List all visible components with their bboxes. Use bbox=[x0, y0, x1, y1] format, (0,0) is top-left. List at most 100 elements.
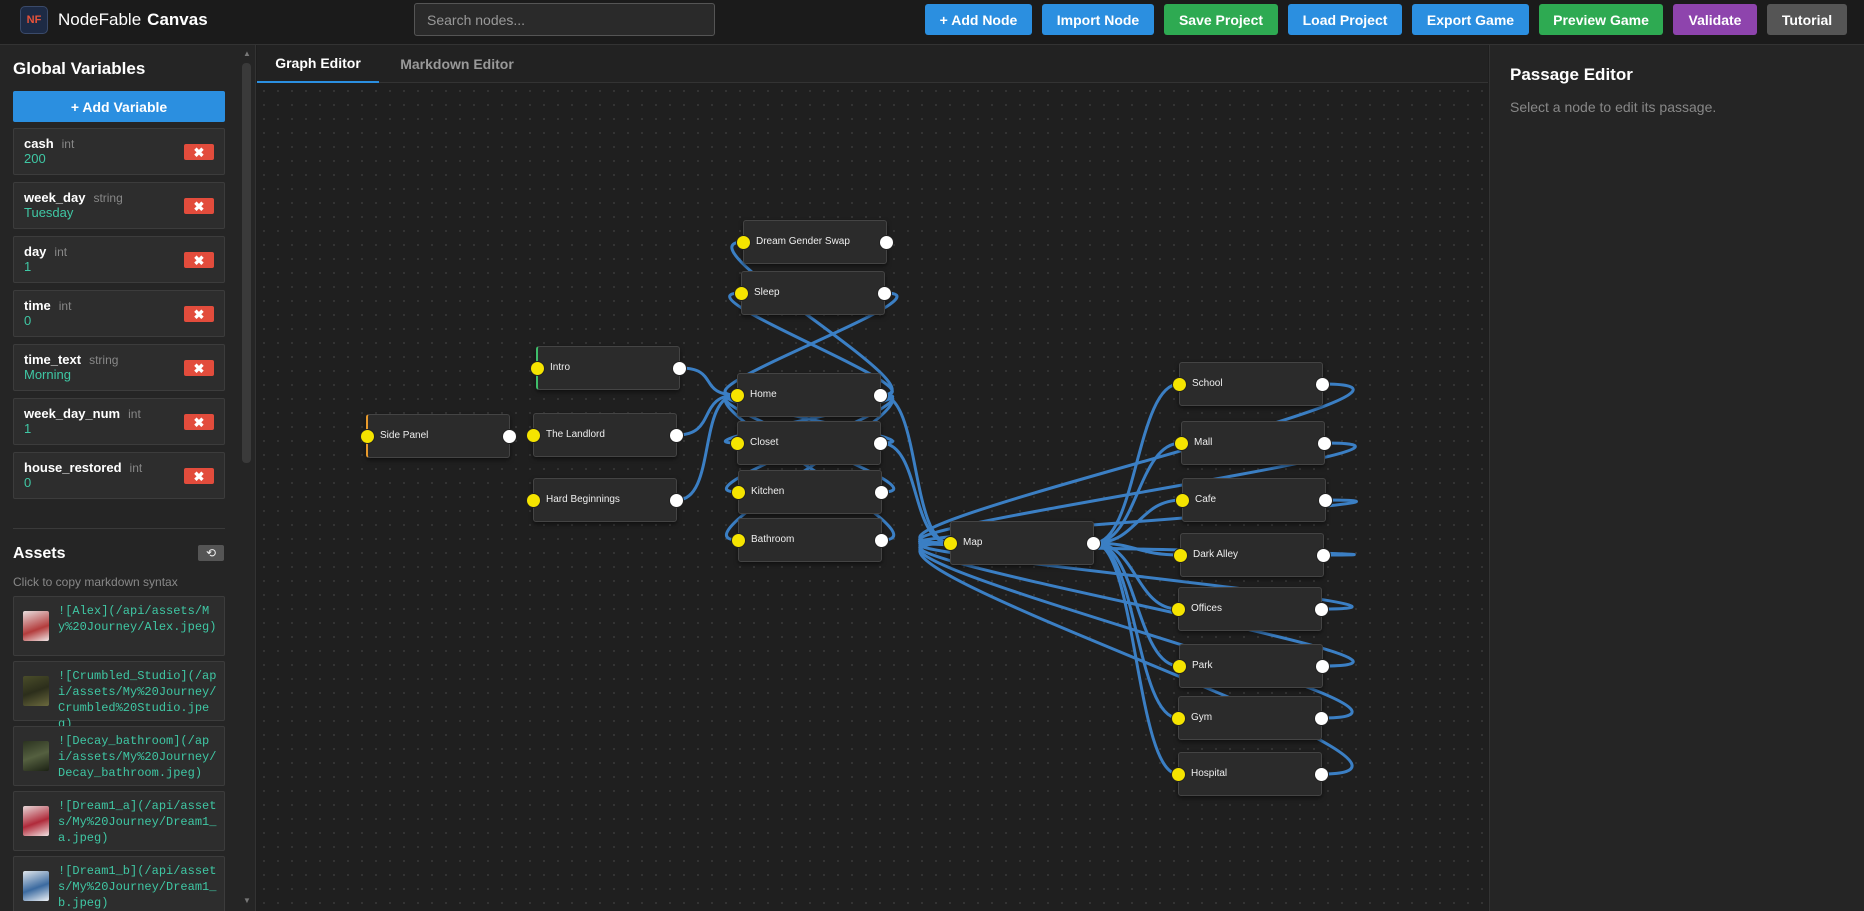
node-dream-gender-swap[interactable]: Dream Gender Swap bbox=[736, 220, 894, 264]
add-variable-button[interactable]: + Add Variable bbox=[13, 91, 225, 122]
brand-strong: Canvas bbox=[147, 10, 208, 29]
input-pin[interactable] bbox=[1172, 377, 1187, 392]
output-pin[interactable] bbox=[502, 429, 517, 444]
input-pin[interactable] bbox=[943, 536, 958, 551]
tutorial-button[interactable]: Tutorial bbox=[1767, 4, 1847, 35]
variable-value[interactable]: Morning bbox=[24, 367, 71, 382]
variable-value[interactable]: Tuesday bbox=[24, 205, 73, 220]
asset-item[interactable]: ![Dream1_b](/api/assets/My%20Journey/Dre… bbox=[13, 856, 225, 911]
delete-variable-button[interactable]: ✖ bbox=[184, 468, 214, 484]
output-pin[interactable] bbox=[1317, 436, 1332, 451]
app-brand: NodeFable Canvas bbox=[58, 10, 208, 30]
input-pin[interactable] bbox=[526, 493, 541, 508]
node-hard-beginnings[interactable]: Hard Beginnings bbox=[526, 478, 684, 522]
node-side-panel[interactable]: Side Panel bbox=[360, 414, 517, 458]
input-pin[interactable] bbox=[1171, 767, 1186, 782]
node-gym[interactable]: Gym bbox=[1171, 696, 1329, 740]
variable-value[interactable]: 1 bbox=[24, 259, 31, 274]
input-pin[interactable] bbox=[1174, 436, 1189, 451]
node-cafe[interactable]: Cafe bbox=[1175, 478, 1333, 522]
output-pin[interactable] bbox=[879, 235, 894, 250]
node-the-landlord[interactable]: The Landlord bbox=[526, 413, 684, 457]
output-pin[interactable] bbox=[1314, 602, 1329, 617]
output-pin[interactable] bbox=[1086, 536, 1101, 551]
output-pin[interactable] bbox=[669, 493, 684, 508]
node-mall[interactable]: Mall bbox=[1174, 421, 1332, 465]
delete-variable-button[interactable]: ✖ bbox=[184, 198, 214, 214]
input-pin[interactable] bbox=[1175, 493, 1190, 508]
scroll-down-icon[interactable]: ▼ bbox=[243, 896, 251, 905]
export-game-button[interactable]: Export Game bbox=[1412, 4, 1529, 35]
sidebar-scrollbar[interactable] bbox=[242, 63, 251, 463]
output-pin[interactable] bbox=[1316, 548, 1331, 563]
input-pin[interactable] bbox=[730, 388, 745, 403]
output-pin[interactable] bbox=[672, 361, 687, 376]
variable-value[interactable]: 1 bbox=[24, 421, 31, 436]
asset-item[interactable]: ![Alex](/api/assets/My%20Journey/Alex.jp… bbox=[13, 596, 225, 656]
output-pin[interactable] bbox=[1318, 493, 1333, 508]
output-pin[interactable] bbox=[873, 388, 888, 403]
save-project-button[interactable]: Save Project bbox=[1164, 4, 1278, 35]
output-pin[interactable] bbox=[874, 485, 889, 500]
output-pin[interactable] bbox=[1315, 659, 1330, 674]
output-pin[interactable] bbox=[669, 428, 684, 443]
node-intro[interactable]: Intro bbox=[530, 346, 687, 390]
variable-type: int bbox=[128, 407, 141, 421]
output-pin[interactable] bbox=[873, 436, 888, 451]
asset-item[interactable]: ![Dream1_a](/api/assets/My%20Journey/Dre… bbox=[13, 791, 225, 851]
output-pin[interactable] bbox=[1314, 767, 1329, 782]
node-dark-alley[interactable]: Dark Alley bbox=[1173, 533, 1331, 577]
input-pin[interactable] bbox=[736, 235, 751, 250]
tab-markdown-editor[interactable]: Markdown Editor bbox=[379, 45, 535, 83]
node-school[interactable]: School bbox=[1172, 362, 1330, 406]
refresh-assets-icon[interactable]: ⟲ bbox=[198, 545, 224, 561]
node-kitchen[interactable]: Kitchen bbox=[731, 470, 889, 514]
input-pin[interactable] bbox=[731, 533, 746, 548]
graph-canvas[interactable]: Dream Gender Swap Sleep Intro Side Panel… bbox=[257, 84, 1488, 911]
variable-value[interactable]: 0 bbox=[24, 475, 31, 490]
input-pin[interactable] bbox=[730, 436, 745, 451]
variable-value[interactable]: 200 bbox=[24, 151, 46, 166]
node-home[interactable]: Home bbox=[730, 373, 888, 417]
delete-variable-button[interactable]: ✖ bbox=[184, 414, 214, 430]
variable-value[interactable]: 0 bbox=[24, 313, 31, 328]
validate-button[interactable]: Validate bbox=[1673, 4, 1757, 35]
input-pin[interactable] bbox=[1173, 548, 1188, 563]
delete-variable-button[interactable]: ✖ bbox=[184, 360, 214, 376]
input-pin[interactable] bbox=[734, 286, 749, 301]
input-pin[interactable] bbox=[1171, 602, 1186, 617]
node-offices[interactable]: Offices bbox=[1171, 587, 1329, 631]
input-pin[interactable] bbox=[731, 485, 746, 500]
load-project-button[interactable]: Load Project bbox=[1288, 4, 1402, 35]
output-pin[interactable] bbox=[874, 533, 889, 548]
node-closet[interactable]: Closet bbox=[730, 421, 888, 465]
variable-item: week_day string Tuesday ✖ bbox=[13, 182, 225, 229]
input-pin[interactable] bbox=[360, 429, 375, 444]
output-pin[interactable] bbox=[1314, 711, 1329, 726]
input-pin[interactable] bbox=[526, 428, 541, 443]
node-bathroom[interactable]: Bathroom bbox=[731, 518, 889, 562]
node-label: Intro bbox=[550, 362, 571, 373]
global-variables-title: Global Variables bbox=[13, 59, 146, 78]
asset-item[interactable]: ![Crumbled_Studio](/api/assets/My%20Jour… bbox=[13, 661, 225, 731]
delete-variable-button[interactable]: ✖ bbox=[184, 144, 214, 160]
output-pin[interactable] bbox=[877, 286, 892, 301]
asset-item[interactable]: ![Decay_bathroom](/api/assets/My%20Journ… bbox=[13, 726, 225, 786]
input-pin[interactable] bbox=[1172, 659, 1187, 674]
delete-variable-button[interactable]: ✖ bbox=[184, 306, 214, 322]
preview-game-button[interactable]: Preview Game bbox=[1539, 4, 1663, 35]
node-sleep[interactable]: Sleep bbox=[734, 271, 892, 315]
add-node-button[interactable]: + Add Node bbox=[925, 4, 1032, 35]
input-pin[interactable] bbox=[1171, 711, 1186, 726]
tab-graph-editor[interactable]: Graph Editor bbox=[257, 45, 379, 83]
search-input[interactable] bbox=[414, 3, 715, 36]
delete-variable-button[interactable]: ✖ bbox=[184, 252, 214, 268]
scroll-up-icon[interactable]: ▲ bbox=[243, 49, 251, 58]
assets-title: Assets bbox=[13, 545, 66, 562]
node-map[interactable]: Map bbox=[943, 521, 1101, 565]
output-pin[interactable] bbox=[1315, 377, 1330, 392]
node-park[interactable]: Park bbox=[1172, 644, 1330, 688]
node-hospital[interactable]: Hospital bbox=[1171, 752, 1329, 796]
import-node-button[interactable]: Import Node bbox=[1042, 4, 1154, 35]
input-pin[interactable] bbox=[530, 361, 545, 376]
